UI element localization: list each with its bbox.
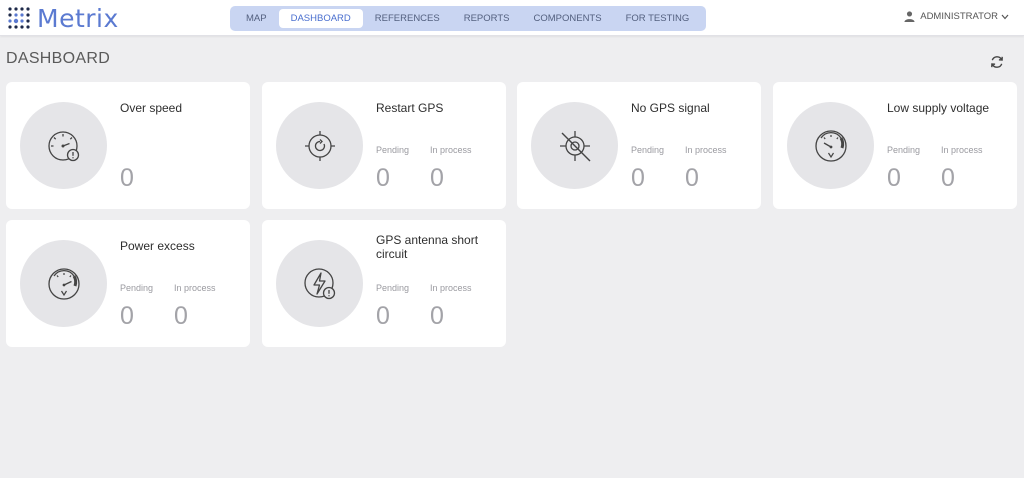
lightning-alert-icon <box>303 267 335 299</box>
pending-label: Pending <box>631 145 665 155</box>
in-process-label: In process <box>685 145 727 155</box>
voltmeter-low-icon <box>814 129 847 162</box>
no-gps-signal-icon <box>559 130 590 161</box>
card-power-excess[interactable]: Power excess Pending In process 0 0 <box>6 220 250 347</box>
card-icon-circle <box>787 102 874 189</box>
in-process-count: 0 <box>430 164 444 192</box>
card-title: No GPS signal <box>631 101 710 115</box>
app-logo[interactable]: Metrix <box>7 3 119 33</box>
card-icon-circle <box>531 102 618 189</box>
logo-text: Metrix <box>37 3 119 33</box>
in-process-label: In process <box>430 283 472 293</box>
pending-count: 0 <box>376 164 390 192</box>
card-icon-circle <box>276 240 363 327</box>
in-process-count: 0 <box>174 302 188 330</box>
refresh-icon[interactable] <box>988 53 1006 71</box>
card-title: Power excess <box>120 239 195 253</box>
card-low-supply-voltage[interactable]: Low supply voltage Pending In process 0 … <box>773 82 1017 209</box>
pending-label: Pending <box>376 145 410 155</box>
nav-item-map[interactable]: MAP <box>234 9 279 28</box>
chevron-down-icon <box>1001 14 1009 19</box>
in-process-label: In process <box>174 283 216 293</box>
card-icon-circle <box>276 102 363 189</box>
pending-count: 0 <box>120 302 134 330</box>
in-process-count: 0 <box>941 164 955 192</box>
card-title: Low supply voltage <box>887 101 990 115</box>
speedometer-alert-icon <box>47 130 79 161</box>
pending-label: Pending <box>376 283 410 293</box>
page-title: DASHBOARD <box>6 50 111 67</box>
top-bar: Metrix MAP DASHBOARD REFERENCES REPORTS … <box>0 0 1024 36</box>
card-gps-antenna-short-circuit[interactable]: GPS antenna short circuit Pending In pro… <box>262 220 506 347</box>
card-title: Restart GPS <box>376 101 444 115</box>
card-icon-circle <box>20 240 107 327</box>
user-menu[interactable]: ADMINISTRATOR <box>904 11 1014 22</box>
nav-item-reports[interactable]: REPORTS <box>452 9 522 28</box>
card-icon-circle <box>20 102 107 189</box>
pending-count: 0 <box>376 302 390 330</box>
nav-item-references[interactable]: REFERENCES <box>363 9 452 28</box>
pending-label: Pending <box>120 283 154 293</box>
in-process-count: 0 <box>430 302 444 330</box>
pending-count: 0 <box>631 164 645 192</box>
card-count: 0 <box>120 164 134 192</box>
card-over-speed[interactable]: Over speed 0 <box>6 82 250 209</box>
voltmeter-high-icon <box>47 267 80 300</box>
main-nav: MAP DASHBOARD REFERENCES REPORTS COMPONE… <box>230 6 706 31</box>
nav-item-for-testing[interactable]: FOR TESTING <box>614 9 702 28</box>
card-restart-gps[interactable]: Restart GPS Pending In process 0 0 <box>262 82 506 209</box>
user-icon <box>904 11 915 22</box>
card-no-gps-signal[interactable]: No GPS signal Pending In process 0 0 <box>517 82 761 209</box>
card-title: GPS antenna short circuit <box>376 233 479 261</box>
in-process-label: In process <box>941 145 983 155</box>
pending-count: 0 <box>887 164 901 192</box>
in-process-count: 0 <box>685 164 699 192</box>
user-name: ADMINISTRATOR <box>920 11 998 22</box>
card-title: Over speed <box>120 101 183 115</box>
nav-item-dashboard[interactable]: DASHBOARD <box>278 9 363 28</box>
pending-label: Pending <box>887 145 921 155</box>
logo-mark-icon <box>8 7 30 29</box>
nav-item-components[interactable]: COMPONENTS <box>521 9 613 28</box>
in-process-label: In process <box>430 145 472 155</box>
gps-restart-icon <box>304 130 335 161</box>
